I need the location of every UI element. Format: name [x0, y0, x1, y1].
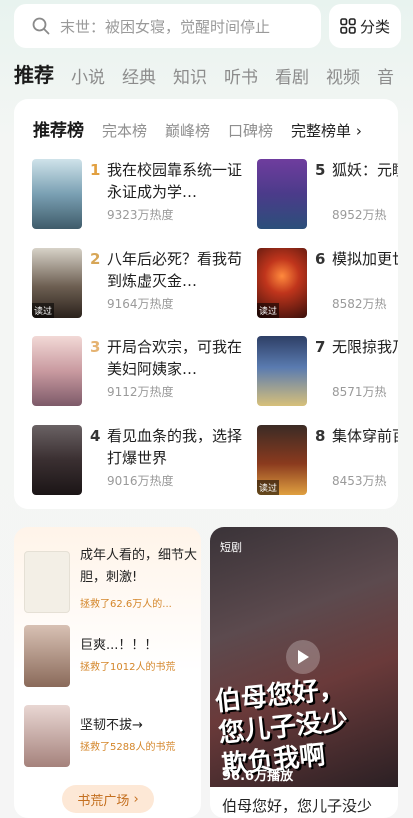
rank-item-5[interactable]: 5 狐妖：元瞳，续 8952万热 [257, 159, 398, 235]
rank-item-7[interactable]: 7 无限掠我乃词 8571万热 [257, 336, 398, 412]
tab-recommend[interactable]: 推荐 [14, 59, 54, 88]
read-badge: 读过 [257, 480, 280, 495]
full-ranking-link[interactable]: 完整榜单 › [291, 120, 362, 141]
rank-number: 7 [315, 338, 326, 356]
search-icon [32, 17, 50, 35]
tab-audio[interactable]: 音 [377, 63, 394, 88]
book-title: 我在校园靠系统一证永证成为学… [107, 161, 242, 201]
read-badge: 读过 [32, 303, 55, 318]
tab-novel[interactable]: 小说 [71, 63, 105, 88]
tab-knowledge[interactable]: 知识 [173, 63, 207, 88]
tab-classic[interactable]: 经典 [122, 63, 156, 88]
book-cover: 读过 [257, 248, 307, 318]
book-cover [257, 159, 307, 229]
book-title: 看见血条的我，选择打爆世界 [107, 427, 242, 467]
channel-tabs: 推荐 小说 经典 知识 听书 看剧 视频 音 [14, 58, 413, 88]
book-cover [32, 159, 82, 229]
ranking-tabs: 推荐榜 完本榜 巅峰榜 口碑榜 完整榜单 › [33, 116, 388, 141]
book-heat: 8571万热 [332, 385, 387, 399]
feed-title: 坚韧不拔→ [80, 718, 143, 733]
feed-thumbnail [24, 551, 70, 613]
book-heat: 8453万热 [332, 474, 387, 488]
book-heat: 9323万热度 [107, 208, 174, 222]
play-icon[interactable] [286, 640, 320, 674]
feed-item-1[interactable]: 成年人看的，细节大胆，刺激! 拯救了62.6万人的... [24, 545, 201, 613]
read-badge: 读过 [257, 303, 280, 318]
short-drama-tag: 短剧 [220, 541, 242, 554]
chevron-right-icon: › [355, 122, 362, 140]
rank-number: 1 [90, 161, 101, 179]
rank-tab-recommend[interactable]: 推荐榜 [33, 116, 84, 141]
chevron-right-icon: › [133, 791, 139, 807]
search-placeholder: 末世：被困女寝，觉醒时间停止 [60, 17, 271, 36]
rank-item-8[interactable]: 读过 8 集体穿前百年 8453万热 [257, 425, 398, 501]
book-cover [257, 336, 307, 406]
book-heat: 8952万热 [332, 208, 387, 222]
feed-item-2[interactable]: 巨爽...！！！ 拯救了1012人的书荒 [24, 625, 201, 691]
rank-number: 2 [90, 250, 101, 268]
feed-subtitle: 拯救了1012人的书荒 [80, 662, 176, 673]
book-title: 集体穿前百年 [332, 427, 398, 445]
rank-number: 4 [90, 427, 101, 445]
category-label: 分类 [359, 17, 390, 36]
rank-item-3[interactable]: 3 开局合欢宗，可我在美妇阿姨家… 9112万热度 [32, 336, 252, 412]
book-heat: 9016万热度 [107, 474, 174, 488]
book-heat: 9112万热度 [107, 385, 174, 399]
book-heat: 9164万热度 [107, 297, 174, 311]
grid-icon [340, 18, 356, 34]
book-heat: 8582万热 [332, 297, 387, 311]
feed-title: 成年人看的，细节大胆，刺激! [80, 548, 198, 585]
rank-item-4[interactable]: 4 看见血条的我，选择打爆世界 9016万热度 [32, 425, 252, 501]
book-title: 模拟加更世已无 [332, 250, 398, 268]
ranking-card: 推荐榜 完本榜 巅峰榜 口碑榜 完整榜单 › 1 我在校园靠系统一证永证成为学…… [14, 99, 398, 509]
book-title: 狐妖：元瞳，续 [332, 161, 398, 179]
full-ranking-label: 完整榜单 [291, 122, 352, 140]
rank-tab-completed[interactable]: 完本榜 [102, 120, 147, 141]
search-row: 末世：被困女寝，觉醒时间停止 分类 [14, 4, 401, 48]
book-cover [32, 336, 82, 406]
rank-tab-peak[interactable]: 巅峰榜 [165, 120, 210, 141]
play-count: 96.6万播放 [222, 769, 294, 784]
feed-title: 巨爽...！！！ [80, 638, 158, 653]
book-famine-card: 成年人看的，细节大胆，刺激! 拯救了62.6万人的... 巨爽...！！！ 拯救… [14, 527, 201, 818]
rank-item-2[interactable]: 读过 2 八年后必死？看我苟到炼虚灭金… 9164万热度 [32, 248, 252, 324]
video-thumbnail[interactable]: 短剧 伯母您好， 您儿子没少 欺负我啊 96.6万播放 [210, 527, 398, 787]
feed-thumbnail [24, 625, 70, 687]
feed-subtitle: 拯救了5288人的书荒 [80, 742, 176, 753]
rank-number: 5 [315, 161, 326, 179]
rank-tab-reputation[interactable]: 口碑榜 [228, 120, 273, 141]
video-title: 伯母您好，您儿子没少 [222, 797, 373, 815]
tab-video[interactable]: 视频 [326, 63, 360, 88]
category-button[interactable]: 分类 [329, 4, 401, 48]
book-title: 八年后必死？看我苟到炼虚灭金… [107, 250, 242, 290]
rank-number: 8 [315, 427, 326, 445]
tab-audiobook[interactable]: 听书 [224, 63, 258, 88]
rank-item-6[interactable]: 读过 6 模拟加更世已无 8582万热 [257, 248, 398, 324]
rank-item-1[interactable]: 1 我在校园靠系统一证永证成为学… 9323万热度 [32, 159, 252, 235]
book-famine-plaza-button[interactable]: 书荒广场 › [62, 785, 154, 813]
book-cover: 读过 [257, 425, 307, 495]
tab-drama[interactable]: 看剧 [275, 63, 309, 88]
feed-subtitle: 拯救了62.6万人的... [80, 599, 172, 610]
feed-item-3[interactable]: 坚韧不拔→ 拯救了5288人的书荒 [24, 705, 201, 771]
book-cover: 读过 [32, 248, 82, 318]
search-input[interactable]: 末世：被困女寝，觉醒时间停止 [14, 4, 321, 48]
rank-number: 3 [90, 338, 101, 356]
book-title: 无限掠我乃词 [332, 338, 398, 356]
rank-number: 6 [315, 250, 326, 268]
book-title: 开局合欢宗，可我在美妇阿姨家… [107, 338, 242, 378]
plaza-label: 书荒广场 [77, 793, 130, 809]
feed-thumbnail [24, 705, 70, 767]
short-drama-card[interactable]: 短剧 伯母您好， 您儿子没少 欺负我啊 96.6万播放 伯母您好，您儿子没少 [210, 527, 398, 818]
book-cover [32, 425, 82, 495]
